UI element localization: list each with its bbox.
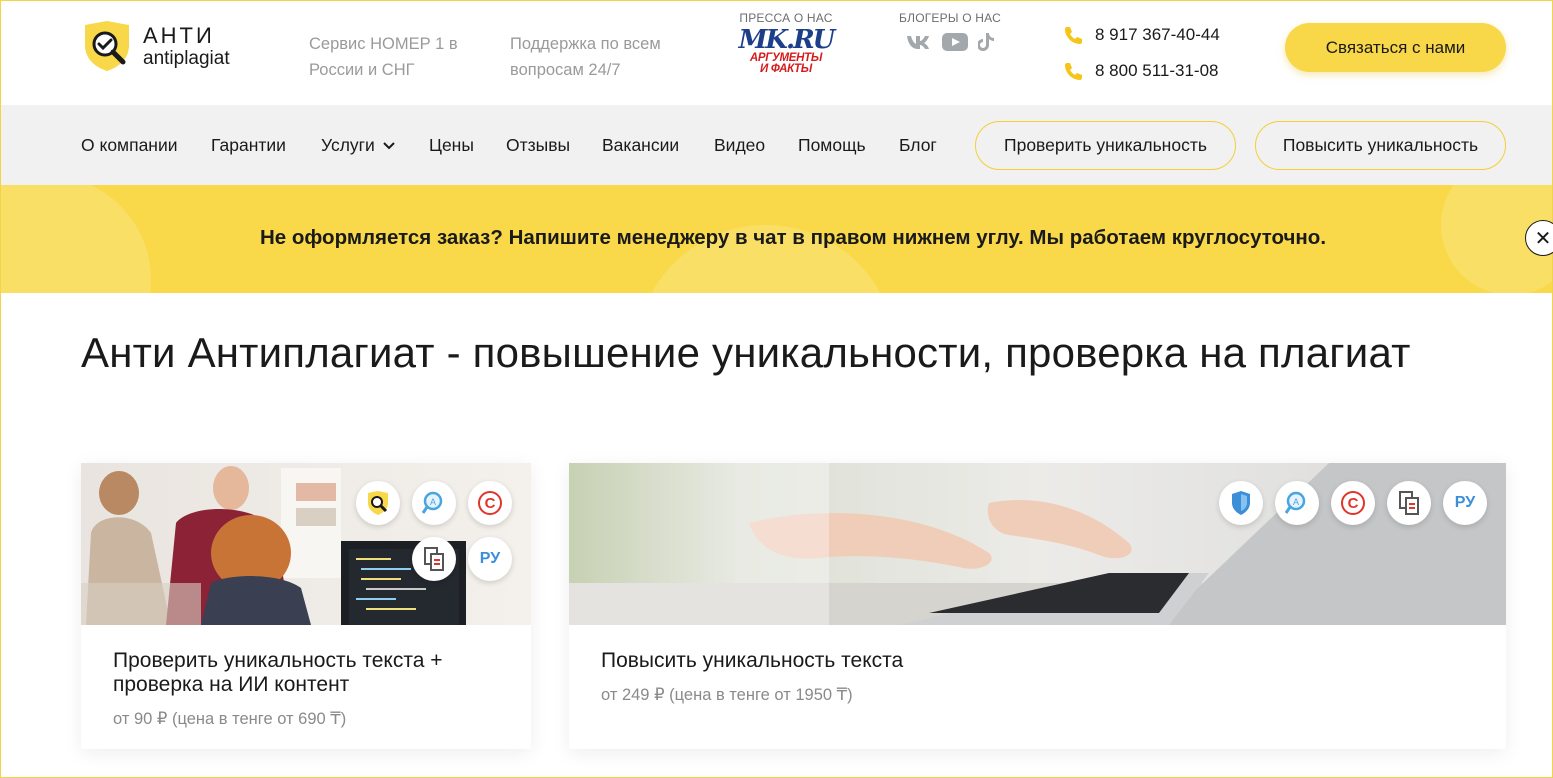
copyright-icon: C (468, 481, 512, 525)
phone-row-2[interactable]: 8 800 511-31-08 (1063, 53, 1220, 89)
press-block: ПРЕССА О НАС MK.RU Аргументы и Факты (736, 11, 836, 75)
ru-label: РУ (1454, 494, 1476, 511)
mk-ru-logo[interactable]: MK.RU (736, 27, 836, 53)
card-price: от 90 ₽ (цена в тенге от 690 ₸) (113, 710, 347, 728)
phone-number-2[interactable]: 8 800 511-31-08 (1095, 61, 1219, 81)
nav-item-blog[interactable]: Блог (899, 135, 937, 156)
aif-logo[interactable]: Аргументы и Факты (736, 52, 836, 75)
page-title: Анти Антиплагиат - повышение уникальност… (81, 329, 1411, 376)
card-price: от 249 ₽ (цена в тенге от 1950 ₸) (601, 686, 853, 704)
nav-label: Вакансии (602, 135, 680, 155)
bloggers-label: БЛОГЕРЫ О НАС (899, 11, 1001, 25)
copyright-icon: C (1331, 481, 1375, 525)
nav-item-help[interactable]: Помощь (798, 135, 866, 156)
card-image-laptop: A C РУ (569, 463, 1506, 625)
nav-label: Гарантии (211, 135, 286, 155)
nav-label: Цены (429, 135, 474, 155)
phone-icon (1065, 27, 1082, 44)
site-header: АНТИ antiplagiat Сервис НОМЕР 1 в России… (1, 1, 1552, 105)
phones-block: 8 917 367-40-44 8 800 511-31-08 (1063, 17, 1220, 89)
nav-label: О компании (81, 135, 178, 155)
phone-row-1[interactable]: 8 917 367-40-44 (1063, 17, 1220, 53)
shield-icon (1219, 481, 1263, 525)
svg-text:A: A (1293, 497, 1299, 507)
ru-label: РУ (479, 550, 501, 567)
ru-language-icon: РУ (468, 537, 512, 581)
raise-uniqueness-button[interactable]: Повысить уникальность (1255, 121, 1506, 170)
nav-item-vacancies[interactable]: Вакансии (602, 135, 679, 156)
phone-number-1[interactable]: 8 917 367-40-44 (1095, 25, 1220, 45)
nav-label: Услуги (321, 135, 375, 155)
document-icon (1387, 481, 1431, 525)
chevron-down-icon (383, 141, 395, 149)
banner-message: Не оформляется заказ? Напишите менеджеру… (259, 226, 1327, 249)
service-card-check[interactable]: A C РУ Проверить уникальность текста + п… (81, 463, 531, 749)
card-title[interactable]: Повысить уникальность текста (601, 649, 1201, 673)
nav-label: Помощь (798, 135, 866, 155)
tagline-support: Поддержка по всем вопросам 24/7 (510, 35, 661, 79)
nav-item-reviews[interactable]: Отзывы (506, 135, 570, 156)
press-label: ПРЕССА О НАС (739, 11, 833, 25)
close-icon[interactable]: ✕ (1525, 220, 1553, 256)
card-image-office: A C РУ (81, 463, 531, 625)
tagline-number-one: Сервис НОМЕР 1 в России и СНГ (309, 35, 458, 79)
card-title[interactable]: Проверить уникальность текста + проверка… (113, 649, 513, 697)
youtube-icon[interactable] (942, 33, 968, 56)
nav-item-guarantees[interactable]: Гарантии (211, 135, 286, 156)
notice-banner: Не оформляется заказ? Напишите менеджеру… (1, 185, 1552, 293)
nav-item-company[interactable]: О компании (81, 135, 178, 156)
ru-language-icon: РУ (1443, 481, 1487, 525)
contact-us-button[interactable]: Связаться с нами (1285, 23, 1506, 72)
bloggers-block: БЛОГЕРЫ О НАС (894, 11, 1006, 56)
vk-icon[interactable] (906, 34, 932, 55)
logo-subtitle: antiplagiat (143, 47, 230, 69)
social-links (894, 33, 1006, 56)
nav-label: Блог (899, 135, 937, 155)
site-logo[interactable]: АНТИ antiplagiat (81, 19, 230, 73)
logo-title: АНТИ (143, 22, 215, 48)
main-nav: О компании Гарантии Услуги Цены Отзывы В… (1, 105, 1552, 185)
search-icon: A (412, 481, 456, 525)
aif-logo-line2: и Факты (760, 63, 812, 75)
service-card-raise[interactable]: A C РУ Повысить уникальность текста от 2… (569, 463, 1506, 749)
antiplagiat-icon (356, 481, 400, 525)
logo-shield-icon (81, 19, 133, 73)
nav-item-services[interactable]: Услуги (321, 135, 395, 156)
check-uniqueness-button[interactable]: Проверить уникальность (975, 121, 1236, 170)
nav-item-prices[interactable]: Цены (429, 135, 474, 156)
search-icon: A (1275, 481, 1319, 525)
phone-icon (1065, 63, 1082, 80)
nav-label: Видео (714, 135, 766, 155)
document-icon (412, 537, 456, 581)
tiktok-icon[interactable] (977, 33, 994, 56)
nav-label: Отзывы (506, 135, 571, 155)
svg-text:A: A (430, 497, 436, 507)
nav-item-video[interactable]: Видео (714, 135, 765, 156)
